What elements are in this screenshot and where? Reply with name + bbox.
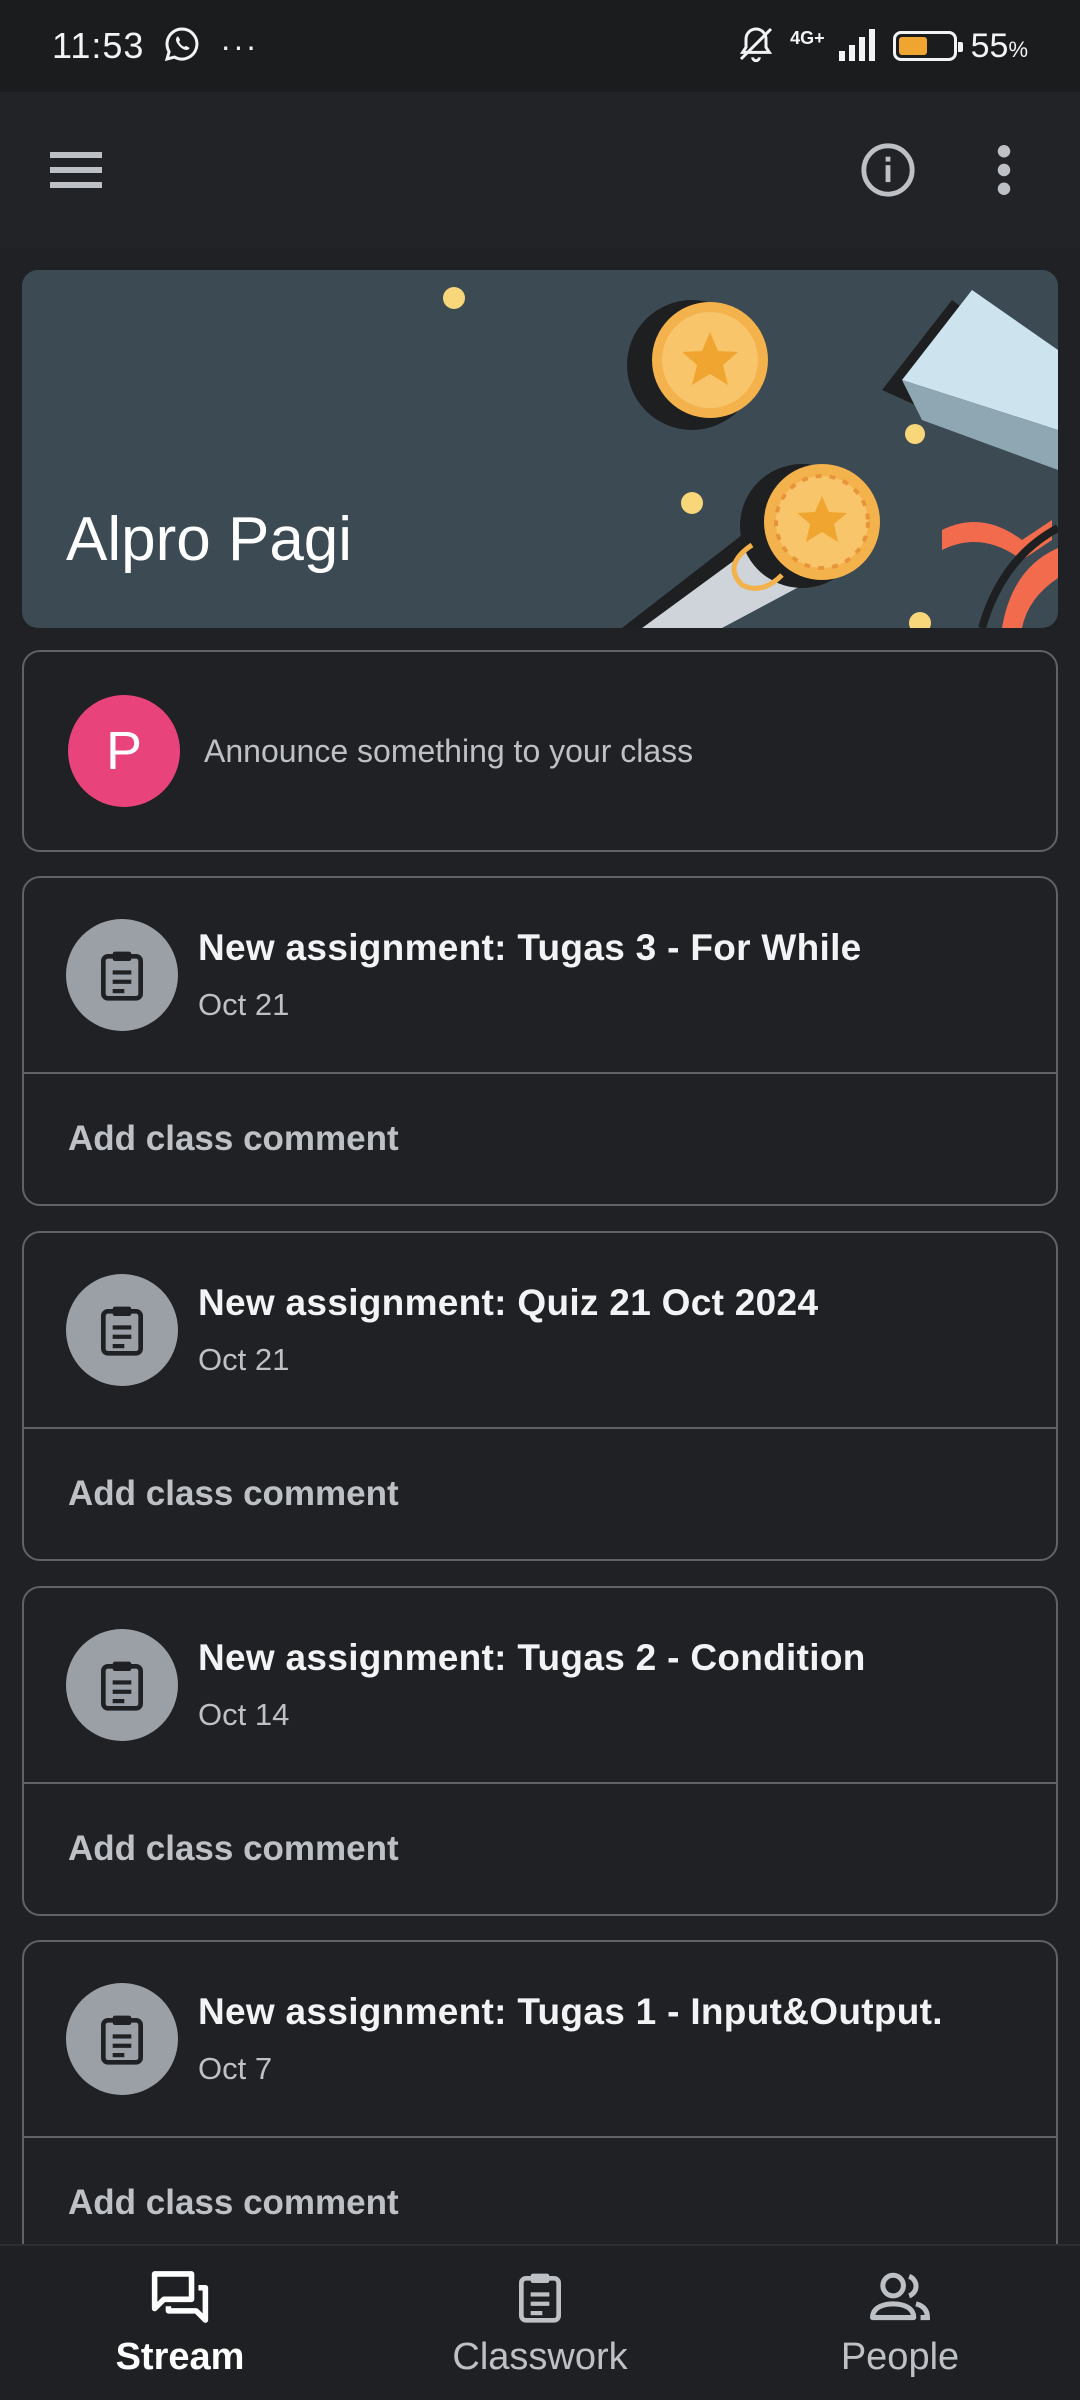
people-icon <box>868 2269 932 2330</box>
battery-icon <box>892 31 963 61</box>
post-title: New assignment: Tugas 1 - Input&Output. <box>198 1991 943 2032</box>
nav-people[interactable]: People <box>720 2246 1080 2400</box>
assignment-icon <box>66 1983 178 2095</box>
app-bar <box>0 92 1080 248</box>
bottom-navigation: Stream Classwork People <box>0 2244 1080 2400</box>
assignment-icon <box>66 1274 178 1386</box>
network-type: 4G+ <box>790 27 825 48</box>
post-header[interactable]: New assignment: Tugas 2 - Condition Oct … <box>24 1588 1056 1784</box>
post-title: New assignment: Quiz 21 Oct 2024 <box>198 1282 819 1323</box>
nav-stream[interactable]: Stream <box>0 2246 360 2400</box>
post-title: New assignment: Tugas 3 - For While <box>198 927 862 968</box>
clipboard-icon <box>512 2269 568 2330</box>
add-class-comment[interactable]: Add class comment <box>24 1429 1056 1559</box>
announce-card[interactable]: P Announce something to your class <box>22 650 1058 852</box>
add-class-comment[interactable]: Add class comment <box>24 1074 1056 1204</box>
avatar: P <box>68 695 180 807</box>
signal-icon <box>838 27 879 66</box>
nav-label: Classwork <box>452 2336 628 2378</box>
notification-dots: ··· <box>220 27 259 64</box>
hamburger-menu-icon[interactable] <box>40 134 112 206</box>
post-header[interactable]: New assignment: Tugas 1 - Input&Output. … <box>24 1942 1056 2138</box>
class-title: Alpro Pagi <box>66 505 353 574</box>
class-banner[interactable]: Alpro Pagi <box>22 270 1058 628</box>
post-header[interactable]: New assignment: Tugas 3 - For While Oct … <box>24 878 1056 1074</box>
add-class-comment[interactable]: Add class comment <box>24 1784 1056 1914</box>
post-title: New assignment: Tugas 2 - Condition <box>198 1637 866 1678</box>
assignment-icon <box>66 1629 178 1741</box>
announce-input[interactable]: Announce something to your class <box>204 733 693 770</box>
post-date: Oct 21 <box>198 987 290 1022</box>
assignment-post[interactable]: New assignment: Quiz 21 Oct 2024 Oct 21 … <box>22 1231 1058 1561</box>
assignment-icon <box>66 919 178 1031</box>
post-date: Oct 21 <box>198 1342 290 1377</box>
post-header[interactable]: New assignment: Quiz 21 Oct 2024 Oct 21 <box>24 1233 1056 1429</box>
info-icon[interactable] <box>852 134 924 206</box>
status-time: 11:53 <box>52 25 145 66</box>
assignment-post[interactable]: New assignment: Tugas 2 - Condition Oct … <box>22 1586 1058 1916</box>
status-bar: 11:53 ··· 4G+ 55% <box>0 0 1080 92</box>
post-date: Oct 7 <box>198 2051 273 2086</box>
bell-muted-icon <box>736 24 776 69</box>
battery-fill <box>898 37 928 55</box>
nav-classwork[interactable]: Classwork <box>360 2246 720 2400</box>
stream-icon <box>150 2269 210 2330</box>
nav-label: People <box>840 2336 960 2378</box>
whatsapp-icon <box>164 26 200 67</box>
assignment-post[interactable]: New assignment: Tugas 1 - Input&Output. … <box>22 1940 1058 2270</box>
battery-percent: 55% <box>970 26 1028 65</box>
assignment-post[interactable]: New assignment: Tugas 3 - For While Oct … <box>22 876 1058 1206</box>
more-vert-icon[interactable] <box>968 134 1040 206</box>
post-date: Oct 14 <box>198 1697 290 1732</box>
nav-label: Stream <box>115 2336 245 2378</box>
